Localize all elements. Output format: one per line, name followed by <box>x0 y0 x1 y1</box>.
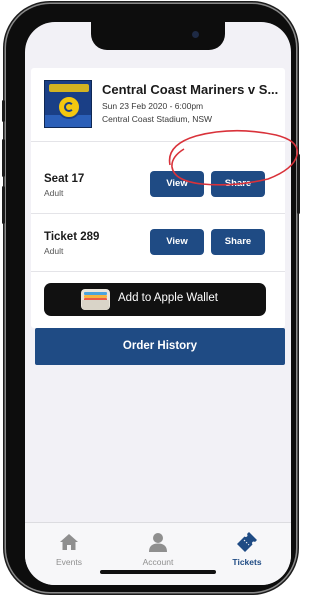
camera-icon <box>192 31 199 38</box>
home-icon <box>60 534 78 550</box>
event-venue: Central Coast Stadium, NSW <box>102 114 213 124</box>
volume-up-button <box>2 139 5 177</box>
ticket-card: Central Coast Mariners v S... Sun 23 Feb… <box>31 68 285 328</box>
ticket-row: Seat 17 Adult View Share <box>31 156 285 214</box>
notch <box>91 22 225 50</box>
tab-label: Tickets <box>232 557 262 567</box>
tab-label: Account <box>142 557 174 567</box>
tab-events[interactable]: Events <box>25 523 113 583</box>
home-indicator <box>100 570 216 574</box>
ticket-icon <box>237 532 257 552</box>
ticket-name: Seat 17 <box>44 173 85 185</box>
add-to-apple-wallet-button[interactable]: Add to Apple Wallet <box>44 283 266 316</box>
ticket-name: Ticket 289 <box>44 231 100 243</box>
event-header[interactable]: Central Coast Mariners v S... Sun 23 Feb… <box>31 68 285 142</box>
wallet-label: Add to Apple Wallet <box>118 292 218 304</box>
tab-label: Events <box>56 557 82 567</box>
share-ticket-button[interactable]: Share <box>211 171 265 197</box>
ticket-type: Adult <box>44 188 64 198</box>
event-date: Sun 23 Feb 2020 - 6:00pm <box>102 101 204 111</box>
person-icon <box>149 533 167 552</box>
power-button <box>297 154 300 214</box>
view-ticket-button[interactable]: View <box>150 171 204 197</box>
app-screen: Central Coast Mariners v S... Sun 23 Feb… <box>25 22 291 585</box>
volume-down-button <box>2 186 5 224</box>
mute-switch <box>2 100 5 122</box>
event-title: Central Coast Mariners v S... <box>102 82 279 97</box>
order-history-button[interactable]: Order History <box>35 328 285 365</box>
view-ticket-button[interactable]: View <box>150 229 204 255</box>
tab-account[interactable]: Account <box>114 523 202 583</box>
wallet-icon <box>81 289 110 310</box>
ticket-type: Adult <box>44 246 64 256</box>
tab-bar: Events Account Tickets <box>25 522 291 585</box>
share-ticket-button[interactable]: Share <box>211 229 265 255</box>
ticket-row: Ticket 289 Adult View Share <box>31 214 285 272</box>
tab-tickets[interactable]: Tickets <box>203 523 291 583</box>
team-logo <box>44 80 92 128</box>
